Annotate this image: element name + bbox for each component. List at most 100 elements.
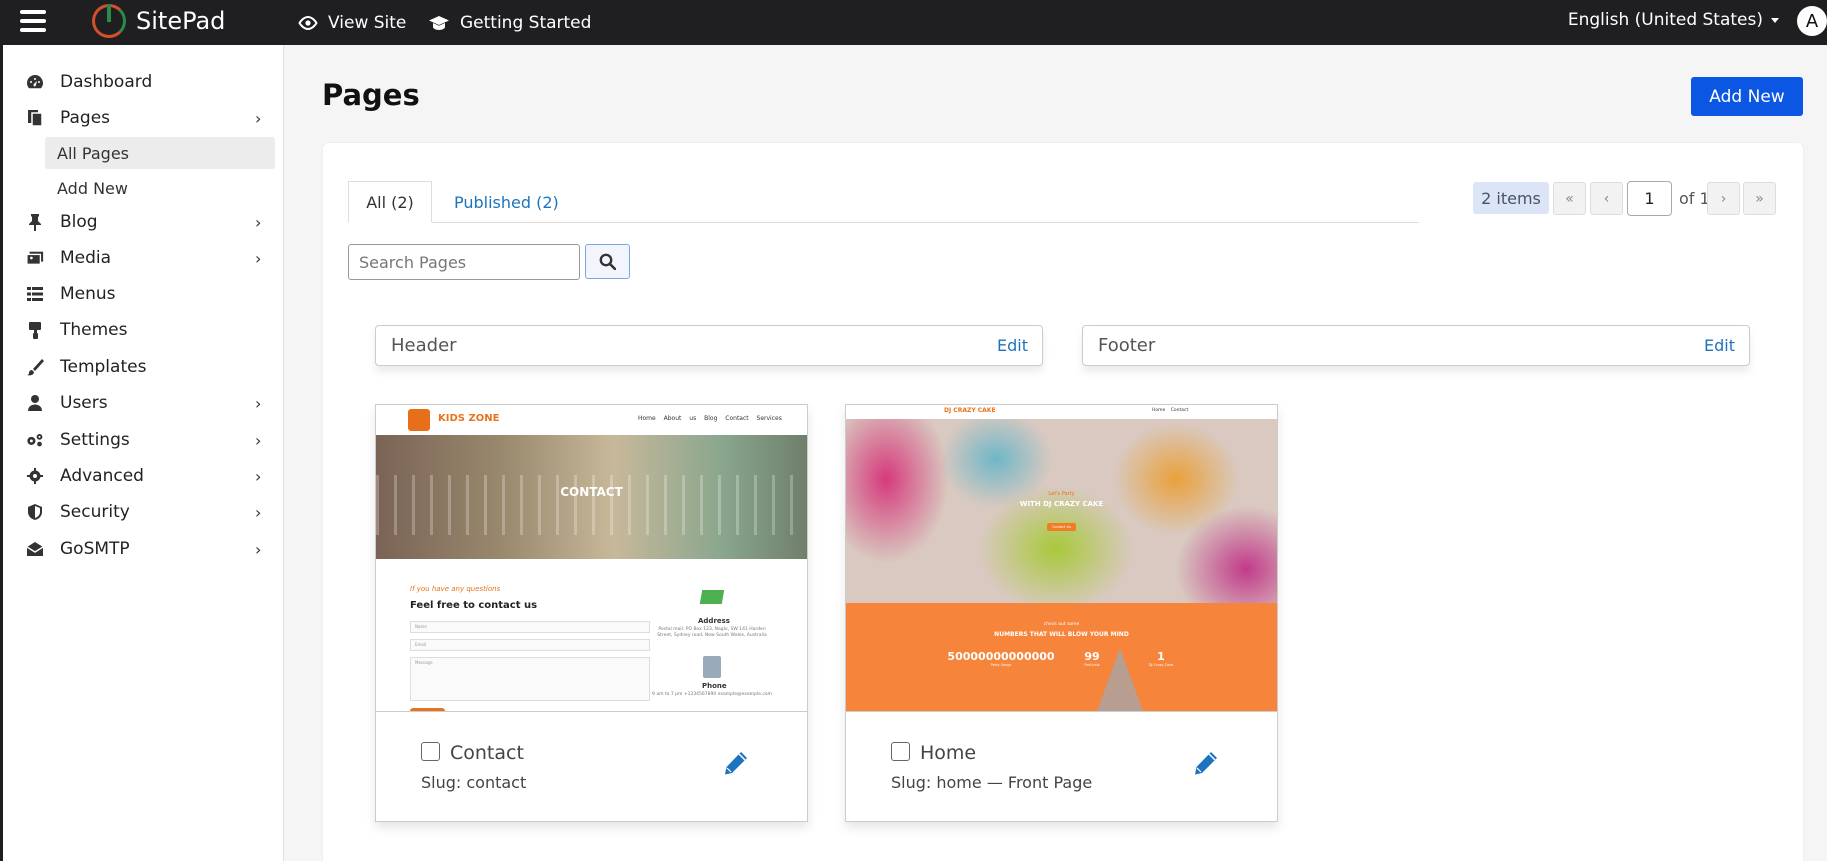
chevron-right-icon: ›	[255, 108, 262, 128]
preview-phone-text: 9 am to 7 pm +1234567890 example@example…	[652, 692, 772, 697]
sidebar-item-label: Advanced	[60, 466, 144, 486]
pencil-edit-icon[interactable]	[1193, 750, 1219, 776]
app-name: SitePad	[136, 7, 226, 35]
sidebar-item-settings[interactable]: Settings ›	[3, 423, 284, 457]
preview-stats-section: check out some NUMBERS THAT WILL BLOW YO…	[846, 603, 1277, 711]
sidebar-item-themes[interactable]: Themes	[3, 313, 284, 347]
paint-roller-icon	[26, 321, 44, 339]
sidebar-item-label: Security	[60, 502, 130, 522]
page-preview-thumbnail[interactable]: DJ CRAZY CAKE Home Contact Let's Party W…	[846, 405, 1277, 712]
sidebar-item-dashboard[interactable]: Dashboard	[3, 65, 284, 99]
preview-hero-image: CONTACT	[376, 435, 807, 559]
select-page-checkbox[interactable]	[421, 742, 440, 761]
footer-title: Footer	[1098, 335, 1156, 356]
pin-icon	[26, 213, 44, 231]
preview-question: If you have any questions	[410, 585, 501, 593]
page-card-contact: KIDS ZONE Home About us Blog Contact Ser…	[375, 404, 808, 822]
total-pages-label: of 1	[1679, 189, 1710, 208]
page-preview-thumbnail[interactable]: KIDS ZONE Home About us Blog Contact Ser…	[376, 405, 807, 712]
shield-icon	[26, 503, 44, 521]
search-icon	[599, 253, 616, 270]
envelope-open-icon	[26, 540, 44, 558]
sidebar-item-gosmtp[interactable]: GoSMTP ›	[3, 532, 284, 566]
add-new-button[interactable]: Add New	[1691, 77, 1803, 116]
preview-shark-image	[1096, 648, 1144, 711]
header-title: Header	[391, 335, 457, 356]
preview-hero-rail	[376, 475, 807, 535]
preview-email-field: Email	[410, 639, 650, 651]
current-page-input[interactable]	[1627, 181, 1672, 216]
header-edit-link[interactable]: Edit	[997, 336, 1028, 355]
sidebar: Dashboard Pages › All Pages Add New Blog…	[0, 45, 284, 861]
getting-started-label: Getting Started	[460, 12, 592, 33]
user-icon	[26, 394, 44, 412]
preview-stat-value: 1	[1157, 650, 1165, 663]
preview-hero-image: Let's Party WITH DJ CRAZY CAKE Contact U…	[846, 419, 1277, 603]
getting-started-link[interactable]: Getting Started	[428, 0, 591, 45]
next-page-button[interactable]: ›	[1707, 182, 1740, 215]
tab-published[interactable]: Published (2)	[454, 181, 559, 223]
preview-nav: DJ CRAZY CAKE Home Contact	[846, 405, 1277, 419]
preview-message-field: Message	[410, 657, 650, 701]
footer-edit-link[interactable]: Edit	[1704, 336, 1735, 355]
chevron-right-icon: ›	[255, 539, 262, 559]
last-page-button[interactable]: »	[1743, 182, 1776, 215]
caret-down-icon	[1771, 17, 1779, 23]
sidebar-item-media[interactable]: Media ›	[3, 241, 284, 275]
page-card-title[interactable]: Contact	[450, 742, 524, 764]
sidebar-item-label: Settings	[60, 430, 130, 450]
preview-hero-button: Contact Us	[1047, 523, 1076, 531]
preview-links: Home Contact	[1152, 408, 1189, 413]
language-selector[interactable]: English (United States)	[1568, 0, 1779, 40]
brush-icon	[26, 358, 44, 376]
top-bar: SitePad View Site Getting Started Englis…	[0, 0, 1827, 45]
tab-all[interactable]: All (2)	[348, 181, 432, 223]
sidebar-item-advanced[interactable]: Advanced ›	[3, 459, 284, 493]
search-input[interactable]	[348, 244, 580, 280]
sidebar-item-menus[interactable]: Menus	[3, 277, 284, 311]
sidebar-item-label: GoSMTP	[60, 539, 130, 559]
sidebar-item-users[interactable]: Users ›	[3, 386, 284, 420]
sidebar-item-pages[interactable]: Pages ›	[3, 101, 284, 135]
preview-stat: 1 DJ Crazy Cake	[1141, 650, 1181, 667]
items-count-badge: 2 items	[1473, 182, 1549, 214]
page-card-home: DJ CRAZY CAKE Home Contact Let's Party W…	[845, 404, 1278, 822]
sidebar-item-blog[interactable]: Blog ›	[3, 205, 284, 239]
preview-stat: 50000000000000 Party Songs	[946, 650, 1056, 667]
search-button[interactable]	[585, 244, 630, 279]
sidebar-item-security[interactable]: Security ›	[3, 495, 284, 529]
preview-section-title: NUMBERS THAT WILL BLOW YOUR MIND	[994, 631, 1129, 638]
preview-brand: KIDS ZONE	[438, 413, 500, 424]
preview-hero-title: WITH DJ CRAZY CAKE	[1019, 500, 1104, 508]
dashboard-icon	[26, 73, 44, 91]
preview-hero-subtitle: Let's Party	[1048, 491, 1075, 497]
preview-logo-icon	[408, 409, 430, 431]
app-logo[interactable]: SitePad	[92, 4, 225, 38]
view-site-label: View Site	[328, 12, 407, 33]
prev-page-button[interactable]: ‹	[1590, 182, 1623, 215]
page-card-slug: Slug: home — Front Page	[891, 773, 1093, 792]
select-page-checkbox[interactable]	[891, 742, 910, 761]
graduation-cap-icon	[429, 15, 449, 30]
language-label: English (United States)	[1567, 10, 1763, 30]
sidebar-item-label: Themes	[60, 320, 128, 340]
list-icon	[26, 285, 44, 303]
sidebar-subitem-all-pages[interactable]: All Pages	[45, 137, 275, 169]
hamburger-menu-icon[interactable]	[20, 10, 46, 32]
chevron-right-icon: ›	[255, 393, 262, 413]
page-card-title[interactable]: Home	[920, 742, 976, 764]
preview-nav: KIDS ZONE Home About us Blog Contact Ser…	[376, 405, 807, 435]
view-site-link[interactable]: View Site	[298, 0, 406, 45]
pencil-edit-icon[interactable]	[723, 750, 749, 776]
preview-name-field: Name	[410, 621, 650, 633]
preview-heading: Feel free to contact us	[410, 600, 538, 611]
preview-submit-button	[410, 708, 445, 711]
preview-address-title: Address	[698, 617, 730, 625]
footer-section-box: Footer Edit	[1082, 325, 1750, 366]
sidebar-subitem-add-new[interactable]: Add New	[45, 172, 275, 204]
header-section-box: Header Edit	[375, 325, 1043, 366]
user-avatar[interactable]: A	[1797, 6, 1827, 36]
sidebar-item-templates[interactable]: Templates	[3, 350, 284, 384]
first-page-button[interactable]: «	[1553, 182, 1586, 215]
preview-links: Home About us Blog Contact Services	[638, 415, 782, 422]
